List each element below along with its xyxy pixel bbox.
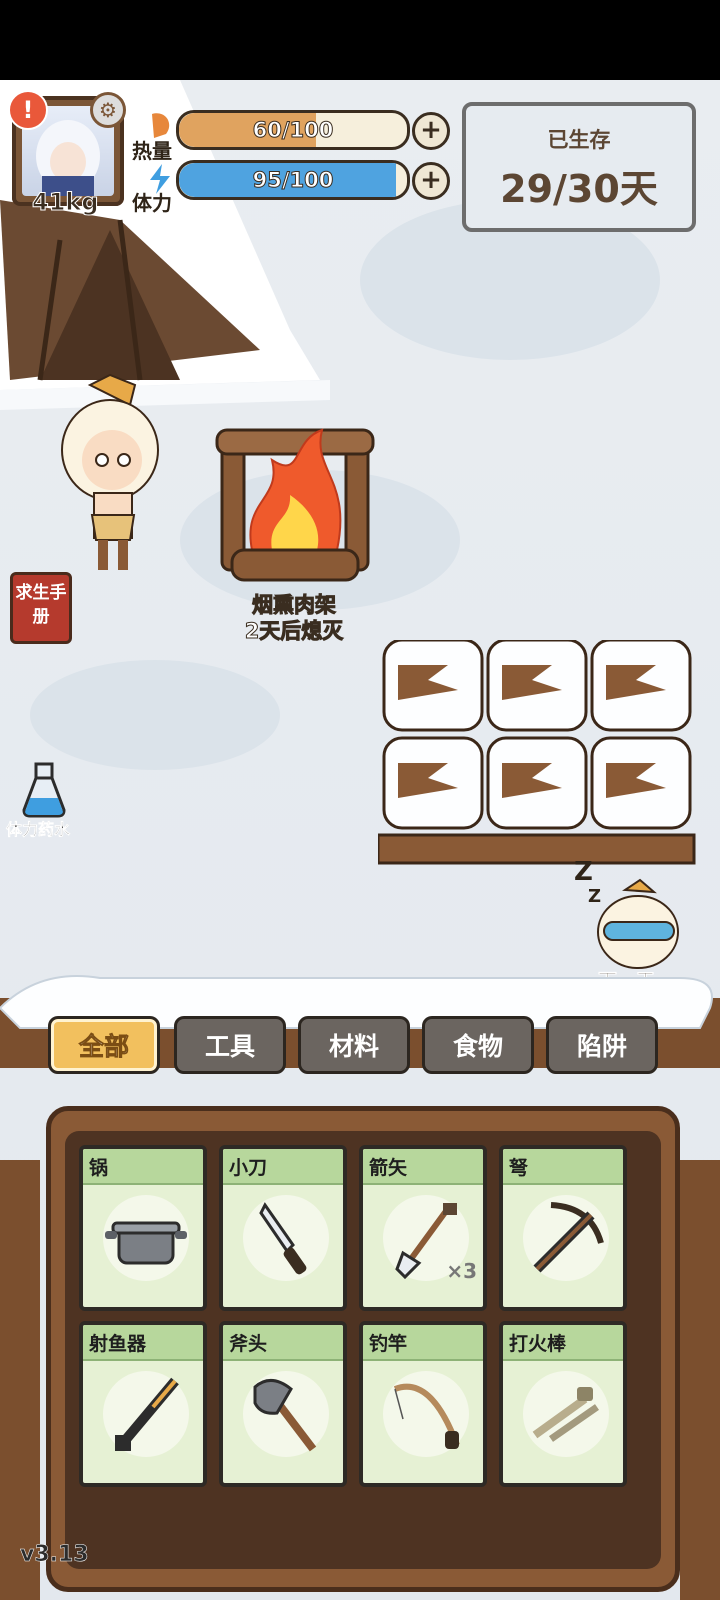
item-name: 锅 — [89, 1157, 109, 1179]
fish-spear-gun-icon — [115, 1377, 179, 1451]
item-card-knife[interactable]: 小刀 — [219, 1145, 347, 1311]
survival-handbook-button[interactable]: 求生手册 — [10, 572, 72, 644]
calories-value: 60/100 — [252, 118, 334, 143]
calories-bar: 60/100 — [176, 110, 410, 150]
inventory-grid: 锅 小刀 箭矢 ×3 弩 射鱼器 斧头 钓竿 打火棒 — [65, 1131, 661, 1569]
game-scene: 烟熏肉架 2天后熄灭 Z Z 下一天 求生手册 — [0, 80, 720, 1600]
item-name: 钓竿 — [369, 1333, 408, 1355]
svg-text:Z: Z — [574, 857, 593, 887]
shelf-right-post — [680, 1160, 720, 1600]
calories-label: 热量 — [132, 139, 172, 163]
item-card-arrows[interactable]: 箭矢 ×3 — [359, 1145, 487, 1311]
fishing-rod-icon — [393, 1383, 460, 1449]
stamina-label: 体力 — [132, 191, 172, 215]
item-name: 箭矢 — [369, 1157, 408, 1179]
item-card-pot[interactable]: 锅 — [79, 1145, 207, 1311]
item-card-crossbow[interactable]: 弩 — [499, 1145, 627, 1311]
days-survived-value: 29/30天 — [500, 167, 658, 211]
stamina-potion-icon[interactable] — [20, 762, 68, 818]
item-card-fish-spear-gun[interactable]: 射鱼器 — [79, 1321, 207, 1487]
pot-icon — [105, 1221, 187, 1265]
stamina-bar: 95/100 — [176, 160, 410, 200]
item-card-axe[interactable]: 斧头 — [219, 1321, 347, 1487]
inventory-panel: 锅 小刀 箭矢 ×3 弩 射鱼器 斧头 钓竿 打火棒 — [46, 1106, 680, 1592]
tab-food[interactable]: 食物 — [422, 1016, 534, 1074]
days-survived-label: 已生存 — [547, 128, 611, 152]
game-version: v3.13 — [20, 1542, 89, 1568]
alert-icon[interactable]: ! — [8, 90, 48, 130]
item-name: 射鱼器 — [89, 1333, 147, 1355]
item-card-fire-starter[interactable]: 打火棒 — [499, 1321, 627, 1487]
player-weight: 41kg — [32, 188, 100, 217]
snow-covered-storage-crates[interactable] — [378, 640, 698, 870]
girl-character[interactable] — [40, 365, 180, 585]
axe-icon — [253, 1379, 317, 1452]
item-quantity: ×3 — [446, 1259, 477, 1283]
crossbow-icon — [533, 1202, 604, 1273]
tab-all[interactable]: 全部 — [48, 1016, 160, 1074]
fire-starter-icon — [532, 1387, 599, 1442]
item-name: 斧头 — [229, 1333, 268, 1355]
item-name: 打火棒 — [509, 1333, 567, 1355]
sleeping-girl-next-day-icon[interactable]: Z Z — [570, 850, 680, 970]
snow-drift — [30, 660, 280, 770]
stamina-value: 95/100 — [252, 168, 334, 193]
item-name: 小刀 — [229, 1157, 268, 1179]
stamina-potion-label: 体力药水 — [6, 820, 71, 840]
campfire-remaining-days: 2天后熄灭 — [244, 619, 344, 644]
item-name: 弩 — [509, 1157, 529, 1179]
campfire-status-label: 烟熏肉架 2天后熄灭 — [214, 592, 374, 644]
inventory-category-tabs: 全部 工具 材料 食物 陷阱 — [48, 1016, 678, 1086]
knife-icon — [259, 1202, 307, 1275]
days-survived-panel: 已生存 29/30天 — [462, 102, 696, 232]
gear-icon[interactable]: ⚙ — [90, 92, 126, 128]
item-card-fishing-rod[interactable]: 钓竿 — [359, 1321, 487, 1487]
smoking-rack-campfire[interactable] — [212, 410, 378, 595]
add-calories-button[interactable]: + — [412, 112, 450, 150]
svg-text:Z: Z — [588, 886, 601, 907]
tab-tools[interactable]: 工具 — [174, 1016, 286, 1074]
add-stamina-button[interactable]: + — [412, 162, 450, 200]
survival-handbook-label: 求生手册 — [15, 583, 67, 627]
shelf-left-post — [0, 1160, 40, 1600]
tab-traps[interactable]: 陷阱 — [546, 1016, 658, 1074]
campfire-name: 烟熏肉架 — [252, 593, 337, 618]
tab-materials[interactable]: 材料 — [298, 1016, 410, 1074]
